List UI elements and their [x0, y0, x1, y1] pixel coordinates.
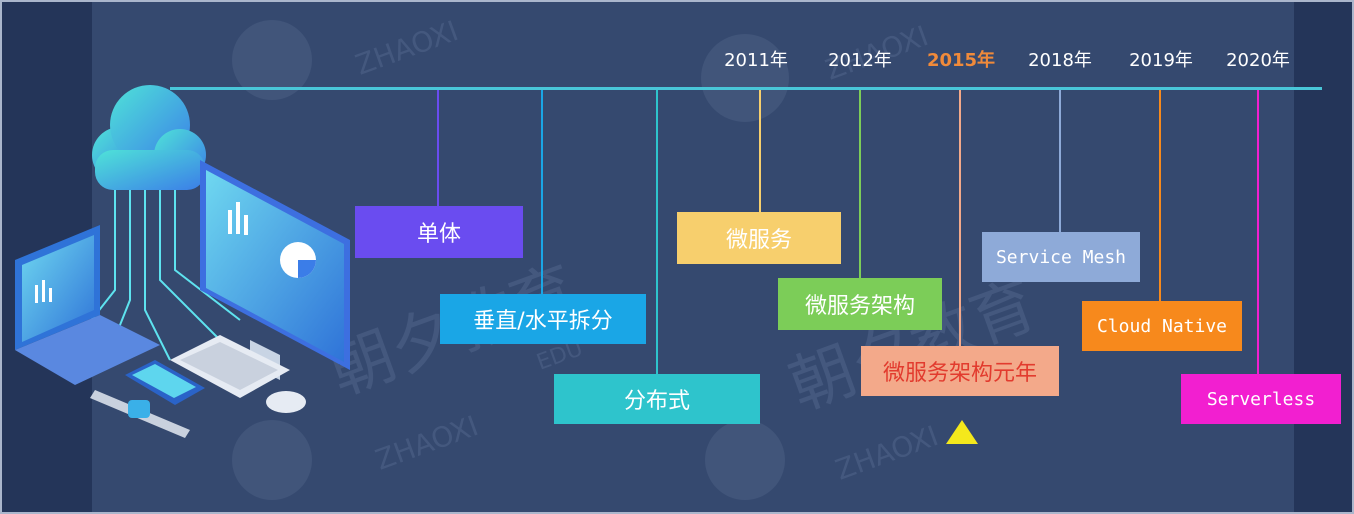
- stage-label: 垂直/水平拆分: [473, 309, 613, 334]
- stage-label: 微服务架构元年: [882, 361, 1037, 386]
- stage-label: Serverless: [1206, 388, 1316, 410]
- timeline-diagram: 朝夕教育 ZHAOXI 朝夕教育 ZHAOXI ZHAOXI ZHAOXI ED…: [0, 0, 1354, 514]
- stage-connector: [1059, 90, 1061, 232]
- stage-connector: [759, 90, 761, 212]
- year-label: 2019年: [1129, 50, 1193, 71]
- mouse-icon: [266, 391, 306, 413]
- cloud-icon: [92, 85, 206, 190]
- stage-box-serverless: Serverless: [1181, 374, 1341, 424]
- highlight-marker-icon: [946, 420, 978, 444]
- watermark-latin: ZHAOXI: [371, 409, 482, 476]
- stage-box-microservice-architecture: 微服务架构: [778, 278, 942, 330]
- year-label: 2011年: [724, 50, 788, 71]
- stage-box-microservice-year-one: 微服务架构元年: [861, 346, 1059, 396]
- stage-connector: [1159, 90, 1161, 301]
- stage-box-monolith: 单体: [355, 206, 523, 258]
- watermark-logo: [705, 420, 785, 500]
- stage-box-microservice: 微服务: [677, 212, 841, 264]
- year-label: 2012年: [828, 50, 892, 71]
- stage-connector: [859, 90, 861, 278]
- stage-label: 微服务架构: [804, 294, 915, 319]
- stage-connector: [656, 90, 658, 374]
- stage-connector: [959, 90, 961, 346]
- stage-label: 微服务: [725, 228, 792, 253]
- computer-illustration: [15, 85, 350, 438]
- stage-box-split: 垂直/水平拆分: [440, 294, 646, 344]
- year-label: 2018年: [1028, 50, 1092, 71]
- stage-label: Cloud Native: [1096, 315, 1228, 337]
- year-label: 2020年: [1226, 50, 1290, 71]
- timeline-axis: [170, 87, 1322, 90]
- stage-label: Service Mesh: [995, 246, 1127, 268]
- watermark-latin: ZHAOXI: [831, 419, 942, 486]
- stage-label: 分布式: [623, 389, 690, 414]
- year-label-highlight: 2015年: [926, 50, 996, 71]
- stage-box-service-mesh: Service Mesh: [982, 232, 1140, 282]
- stage-label: 单体: [416, 222, 461, 247]
- stage-connector: [541, 90, 543, 294]
- stage-connector: [437, 90, 439, 206]
- stage-connector: [1257, 90, 1259, 374]
- stage-box-distributed: 分布式: [554, 374, 760, 424]
- laptop-icon: [15, 225, 160, 385]
- stage-box-cloud-native: Cloud Native: [1082, 301, 1242, 351]
